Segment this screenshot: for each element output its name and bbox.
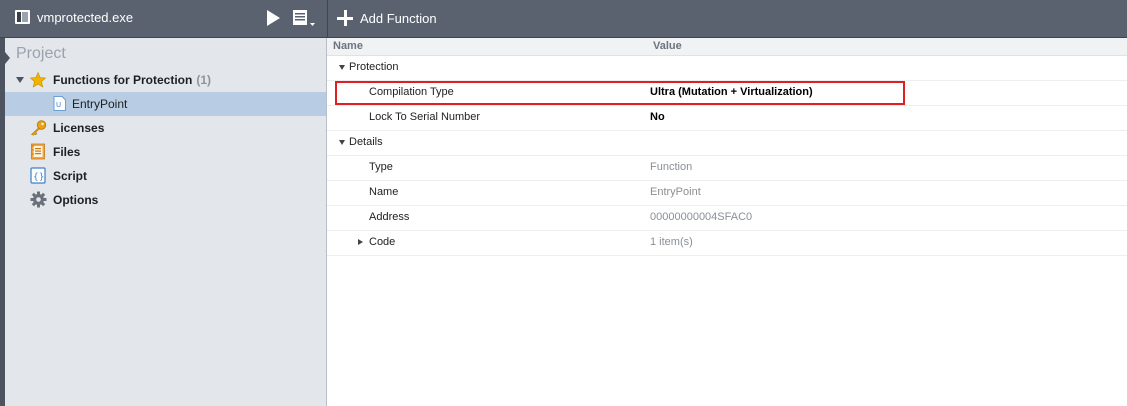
sidebar-item-label: Licenses: [53, 121, 105, 135]
sidebar-item-label: Files: [53, 145, 81, 159]
key-icon: [30, 120, 47, 136]
sidebar-item-options[interactable]: Options: [5, 188, 326, 212]
collapse-arrow-icon[interactable]: [339, 140, 345, 145]
property-name: Type: [369, 161, 393, 173]
project-toolbar: vmprotected.exe: [0, 0, 328, 37]
property-grid: Name Value Protection Compilation Type U…: [327, 38, 1127, 406]
function-icon: U: [53, 96, 66, 111]
property-row-address[interactable]: Address 00000000004SFAC0: [327, 206, 1127, 231]
add-function-label: Add Function: [360, 10, 437, 26]
play-icon[interactable]: [267, 10, 280, 26]
group-row-details[interactable]: Details: [327, 131, 1127, 156]
collapse-arrow-icon[interactable]: [339, 65, 345, 70]
gear-icon: [30, 191, 47, 208]
expand-arrow-icon[interactable]: [16, 77, 24, 83]
column-header-name[interactable]: Name: [333, 40, 363, 52]
group-label: Details: [349, 136, 383, 148]
add-function-button[interactable]: Add Function: [336, 8, 437, 28]
sidebar-item-entrypoint[interactable]: U EntryPoint: [5, 92, 326, 116]
sidebar-item-label: Script: [53, 169, 88, 183]
files-icon: [31, 143, 45, 160]
project-file-name: vmprotected.exe: [37, 10, 134, 25]
script-icon: {}: [30, 167, 46, 184]
executable-file-icon: [15, 10, 30, 24]
property-row-lock-to-serial-number[interactable]: Lock To Serial Number No: [327, 106, 1127, 131]
sidebar-item-script[interactable]: {} Script: [5, 164, 326, 188]
group-label: Protection: [349, 61, 399, 73]
sidebar-edge: [0, 38, 5, 406]
star-icon: [30, 72, 46, 88]
sidebar-item-label: EntryPoint: [72, 97, 128, 111]
property-name: Address: [369, 211, 410, 223]
property-name: Code: [369, 236, 396, 248]
project-title: Project: [16, 45, 66, 62]
plus-icon: [336, 9, 354, 27]
function-count-badge: (1): [196, 73, 212, 87]
property-name: Lock To Serial Number: [369, 111, 481, 123]
svg-text:U: U: [56, 101, 61, 109]
property-value: EntryPoint: [650, 186, 701, 198]
compile-options-icon[interactable]: [293, 10, 315, 27]
sidebar-collapse-handle[interactable]: [5, 52, 10, 64]
column-header-value[interactable]: Value: [653, 40, 682, 52]
svg-text:{}: {}: [33, 173, 44, 183]
sidebar-item-functions-for-protection[interactable]: Functions for Protection (1): [5, 68, 326, 92]
grid-header: Name Value: [327, 38, 1127, 56]
property-row-code[interactable]: Code 1 item(s): [327, 231, 1127, 256]
property-row-name[interactable]: Name EntryPoint: [327, 181, 1127, 206]
sidebar-item-licenses[interactable]: Licenses: [5, 116, 326, 140]
sidebar-item-label: Functions for Protection: [53, 73, 193, 87]
highlight-box: [335, 81, 905, 105]
property-value: 00000000004SFAC0: [650, 211, 753, 223]
project-sidebar: Project Functions for Protection (1) U E…: [0, 38, 327, 406]
property-name: Name: [369, 186, 399, 198]
expand-arrow-icon[interactable]: [358, 239, 363, 245]
property-value: Function: [650, 161, 693, 173]
property-value: 1 item(s): [650, 236, 693, 248]
toolbar: vmprotected.exe Add Function: [0, 0, 1127, 38]
property-row-type[interactable]: Type Function: [327, 156, 1127, 181]
group-row-protection[interactable]: Protection: [327, 56, 1127, 81]
sidebar-item-files[interactable]: Files: [5, 140, 326, 164]
sidebar-item-label: Options: [53, 193, 99, 207]
property-value[interactable]: No: [650, 111, 665, 123]
